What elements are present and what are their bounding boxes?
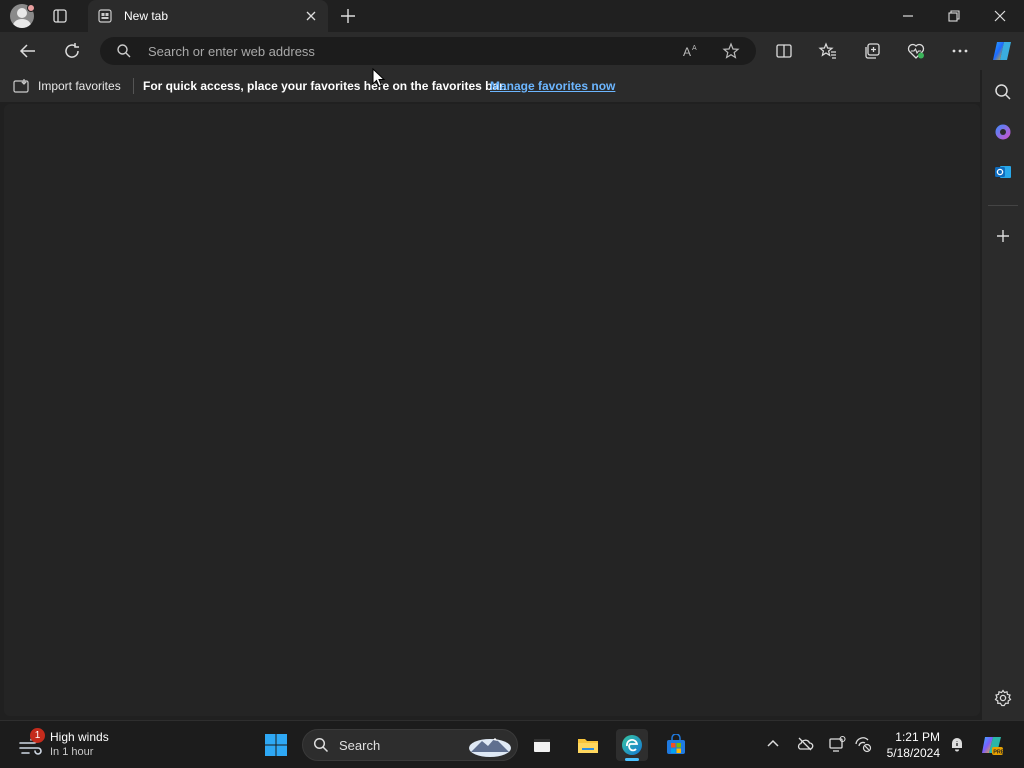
import-favorites-button[interactable]: Import favorites [38,79,121,93]
title-bar: New tab [0,0,1024,32]
split-screen-icon[interactable] [774,41,794,61]
notification-icon[interactable] [948,735,966,753]
new-tab-page-icon [98,9,112,23]
search-icon [117,44,131,58]
mouse-cursor-icon [372,68,386,88]
clock-date[interactable]: 5/18/2024 [887,746,940,760]
weather-title: High winds [50,730,109,744]
clock-time[interactable]: 1:21 PM [895,730,940,744]
close-window-icon[interactable] [990,6,1010,26]
profile-status-dot [27,4,35,12]
start-icon[interactable] [264,733,288,757]
edge-icon [622,735,642,755]
edge-taskbar-button[interactable] [616,729,648,761]
weather-subtitle: In 1 hour [50,746,94,758]
read-aloud-icon[interactable]: AA [682,42,700,60]
edge-sidebar [982,70,1024,720]
onedrive-offline-icon[interactable] [796,735,814,753]
svg-text:PRE: PRE [993,750,1004,756]
store-button[interactable] [660,729,692,761]
store-icon [667,734,685,754]
browser-essentials-icon[interactable] [906,41,926,61]
close-tab-icon[interactable] [304,9,318,23]
back-icon[interactable] [18,41,38,61]
weather-alert-badge: 1 [30,728,45,743]
search-icon [313,737,329,753]
address-input[interactable] [148,41,668,61]
minimize-icon[interactable] [898,6,918,26]
active-app-indicator [625,758,639,761]
new-tab-plus-icon[interactable] [338,6,358,26]
restore-icon[interactable] [944,6,964,26]
favorite-star-icon[interactable] [722,42,740,60]
navigation-toolbar: AA [0,32,1024,70]
favorites-icon[interactable] [818,41,838,61]
svg-text:A: A [683,45,691,59]
manage-favorites-link[interactable]: Manage favorites now [490,79,615,93]
sidebar-divider [988,205,1018,206]
file-explorer-button[interactable] [572,729,604,761]
copilot-icon[interactable] [990,39,1014,63]
sidebar-search-icon[interactable] [993,82,1013,102]
svg-text:A: A [692,45,697,52]
copilot-tray-icon[interactable]: PRE [980,733,1004,757]
favorites-bar-message: For quick access, place your favorites h… [143,79,507,93]
file-explorer-icon [578,739,598,753]
refresh-icon[interactable] [62,41,82,61]
address-bar[interactable]: AA [100,37,756,65]
favorites-bar: Import favorites For quick access, place… [0,70,980,102]
network-icon[interactable] [854,735,872,753]
import-favorites-icon[interactable] [13,78,31,94]
taskbar: 1 High winds In 1 hour Search 1:21 PM 5/… [0,720,1024,768]
sidebar-add-icon[interactable] [993,226,1013,246]
chevron-up-icon[interactable] [764,735,782,753]
more-icon[interactable] [950,41,970,61]
search-highlight-mountain-icon [469,738,511,757]
tab-actions-icon[interactable] [50,6,70,26]
taskbar-search-label: Search [339,738,381,753]
page-content[interactable] [4,104,980,716]
task-view-icon [534,739,550,752]
favorites-divider [133,78,134,94]
sidebar-settings-icon[interactable] [993,688,1013,708]
tab-new-tab[interactable]: New tab [88,0,328,32]
task-view-button[interactable] [526,729,558,761]
sidebar-copilot-icon[interactable] [993,122,1013,142]
tab-title: New tab [124,9,169,23]
collections-icon[interactable] [862,41,882,61]
taskbar-search-box[interactable]: Search [302,729,518,761]
display-icon[interactable] [828,735,846,753]
outlook-icon[interactable] [993,162,1013,182]
